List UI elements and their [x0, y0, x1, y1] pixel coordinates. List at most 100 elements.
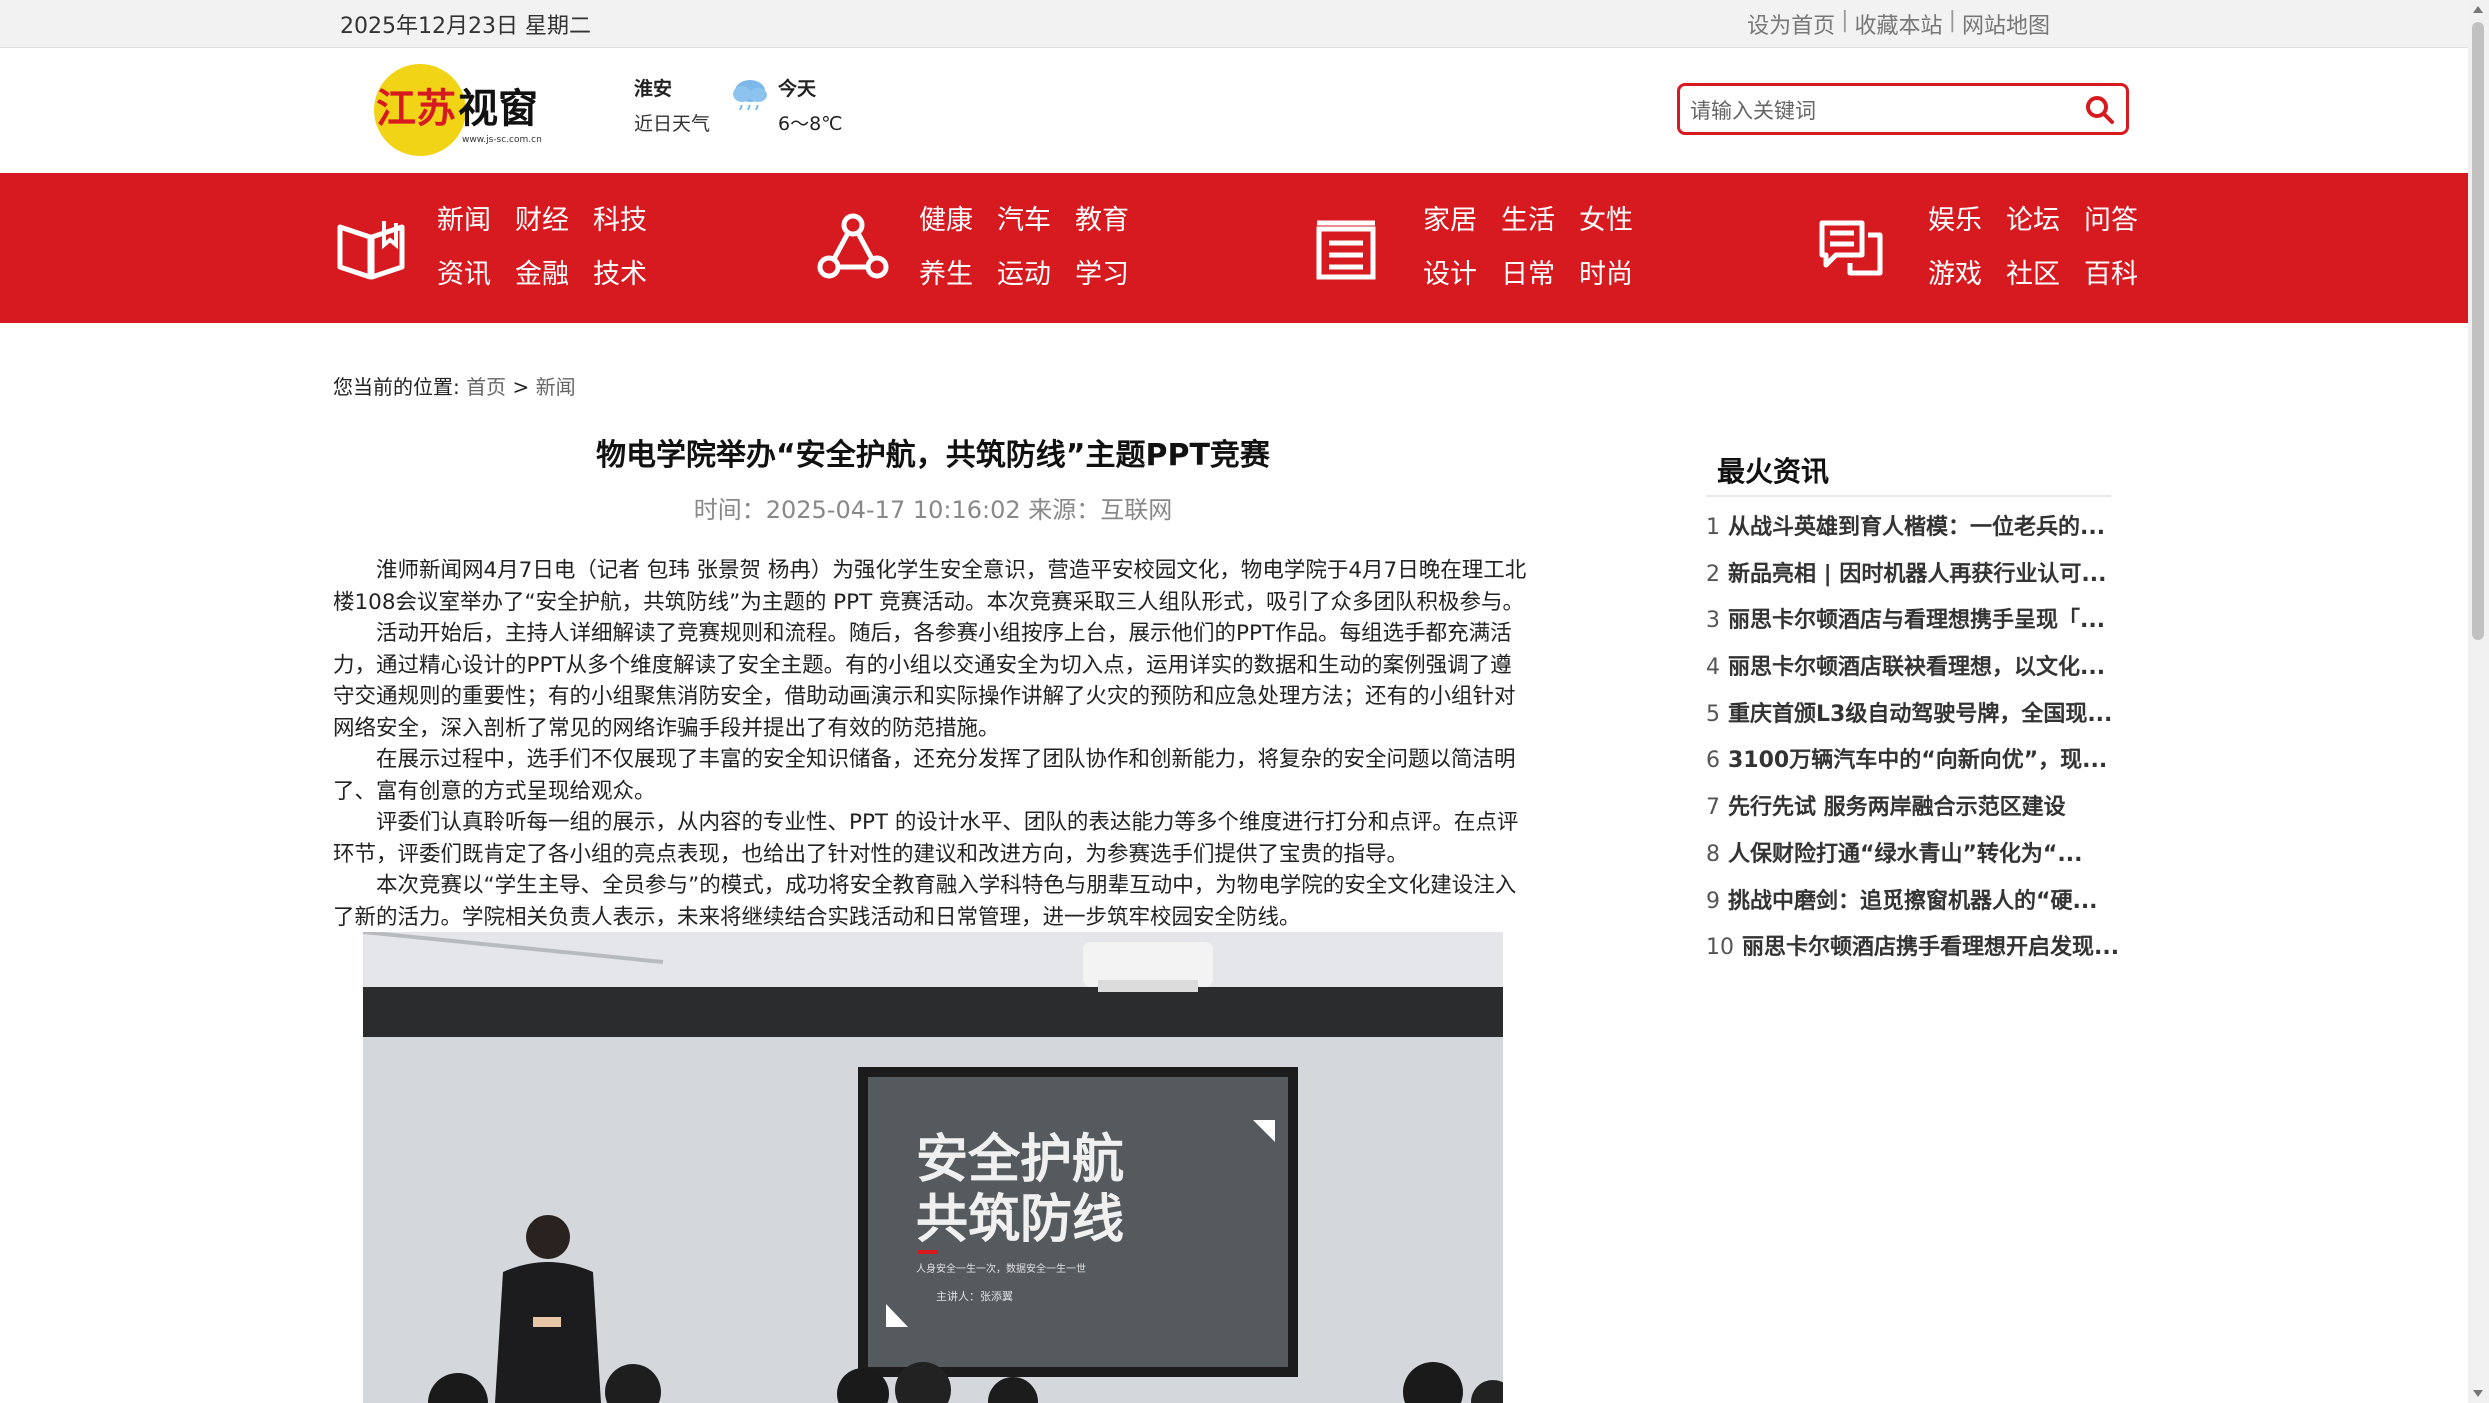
nav-entertainment[interactable]: 娱乐 — [1928, 203, 2006, 239]
list-item[interactable]: 3 丽思卡尔顿酒店与看理想携手呈现「... — [1706, 605, 2119, 652]
nav-health[interactable]: 健康 — [919, 203, 997, 239]
logo-text-2: 视窗 — [458, 86, 538, 132]
item-title: 挑战中磨剑：追觅擦窗机器人的“硬... — [1728, 888, 2098, 914]
logo-text-1: 江苏 — [376, 86, 456, 132]
item-rank: 2 — [1706, 561, 1720, 587]
nav-learning[interactable]: 学习 — [1075, 257, 1153, 293]
sidebar-title: 最火资讯 — [1717, 455, 1830, 488]
nav-sports[interactable]: 运动 — [997, 257, 1075, 293]
item-rank: 4 — [1706, 655, 1720, 681]
nav-tech[interactable]: 科技 — [593, 203, 671, 239]
nav-daily[interactable]: 日常 — [1501, 257, 1579, 293]
item-rank: 7 — [1706, 795, 1720, 821]
site-logo[interactable]: 江苏 视窗 www.js-sc.com.cn — [372, 62, 558, 158]
triangle-network-icon — [817, 213, 889, 279]
list-item[interactable]: 6 3100万辆汽车中的“向新向优”，现... — [1706, 745, 2119, 792]
article-meta: 时间：2025-04-17 10:16:02 来源：互联网 — [693, 496, 1173, 524]
nav-games[interactable]: 游戏 — [1928, 257, 2006, 293]
slide-subtitle: 人身安全一生一次，数据安全一生一世 — [916, 1262, 1086, 1275]
nav-wellness[interactable]: 养生 — [919, 257, 997, 293]
scroll-down-arrow-icon[interactable] — [2473, 1390, 2483, 1397]
nav-women[interactable]: 女性 — [1579, 203, 1657, 239]
list-item[interactable]: 5 重庆首颁L3级自动驾驶号牌，全国现... — [1706, 699, 2119, 746]
item-rank: 3 — [1706, 608, 1720, 634]
weather-location: 淮安 近日天气 — [634, 74, 710, 136]
link-separator: | — [1841, 8, 1849, 33]
nav-encyclopedia[interactable]: 百科 — [2084, 257, 2162, 293]
item-rank: 1 — [1706, 515, 1720, 540]
list-item[interactable]: 4 丽思卡尔顿酒店联袂看理想，以文化... — [1706, 652, 2119, 699]
article-paragraph: 本次竞赛以“学生主导、全员参与”的模式，成功将安全教育融入学科特色与朋辈互动中，… — [333, 873, 1517, 930]
list-item[interactable]: 1 从战斗英雄到育人楷模：一位老兵的... — [1706, 512, 2119, 559]
nav-community[interactable]: 社区 — [2006, 257, 2084, 293]
nav-technology[interactable]: 技术 — [593, 257, 671, 293]
hot-news-list: 1 从战斗英雄到育人楷模：一位老兵的... 2 新品亮相 | 因时机器人再获行业认可… — [1706, 512, 2119, 979]
item-rank: 9 — [1706, 888, 1720, 914]
article-paragraph: 评委们认真聆听每一组的展示，从内容的专业性、PPT 的设计水平、团队的表达能力等… — [333, 810, 1519, 867]
breadcrumb-home[interactable]: 首页 — [466, 375, 506, 399]
article-body: 淮师新闻网4月7日电（记者 包玮 张景贺 杨冉）为强化学生安全意识，营造平安校园… — [333, 555, 1533, 933]
document-tray-icon — [1316, 220, 1376, 280]
item-title: 先行先试 服务两岸融合示范区建设 — [1728, 795, 2066, 821]
list-item[interactable]: 9 挑战中磨剑：追觅擦窗机器人的“硬... — [1706, 886, 2119, 933]
nav-design[interactable]: 设计 — [1423, 257, 1501, 293]
slide-title-1: 安全护航 — [916, 1130, 1124, 1190]
scrollbar-thumb[interactable] — [2472, 22, 2484, 640]
open-book-icon — [337, 221, 405, 280]
list-item[interactable]: 8 人保财险打通“绿水青山”转化为“... — [1706, 839, 2119, 886]
search-box — [1677, 83, 2129, 135]
item-title: 丽思卡尔顿酒店携手看理想开启发现... — [1742, 935, 2120, 961]
article-title: 物电学院举办“安全护航，共筑防线”主题PPT竞赛 — [596, 438, 1270, 473]
nav-finance[interactable]: 财经 — [515, 203, 593, 239]
search-input[interactable] — [1688, 96, 2072, 126]
page-scrollbar[interactable] — [2468, 0, 2489, 1403]
sitemap-link[interactable]: 网站地图 — [1962, 8, 2050, 40]
list-item[interactable]: 2 新品亮相 | 因时机器人再获行业认可... — [1706, 559, 2119, 606]
breadcrumb-sep: > — [506, 375, 536, 399]
weather-temp: 6～8℃ — [778, 113, 843, 135]
top-links: 设为首页 | 收藏本站 | 网站地图 — [1747, 8, 2050, 40]
slide-title-2: 共筑防线 — [916, 1190, 1124, 1250]
item-title: 3100万辆汽车中的“向新向优”，现... — [1728, 748, 2108, 774]
rain-cloud-icon — [733, 80, 767, 111]
current-date: 2025年12月23日 星期二 — [340, 14, 591, 39]
item-rank: 10 — [1706, 935, 1734, 961]
nav-education[interactable]: 教育 — [1075, 203, 1153, 239]
search-icon[interactable] — [2084, 94, 2116, 126]
item-title: 重庆首颁L3级自动驾驶号牌，全国现... — [1728, 701, 2113, 727]
nav-fashion[interactable]: 时尚 — [1579, 257, 1657, 293]
list-item[interactable]: 10 丽思卡尔顿酒店携手看理想开启发现... — [1706, 932, 2119, 979]
item-rank: 6 — [1706, 748, 1720, 774]
article-paragraph: 在展示过程中，选手们不仅展现了丰富的安全知识储备，还充分发挥了团队协作和创新能力… — [333, 747, 1516, 804]
item-rank: 8 — [1706, 841, 1720, 867]
item-rank: 5 — [1706, 701, 1720, 727]
item-title: 丽思卡尔顿酒店与看理想携手呈现「... — [1728, 608, 2106, 634]
list-item[interactable]: 7 先行先试 服务两岸融合示范区建设 — [1706, 792, 2119, 839]
sidebar-divider — [1706, 495, 2111, 497]
link-separator: | — [1948, 8, 1956, 33]
set-homepage-link[interactable]: 设为首页 — [1747, 8, 1835, 40]
slide-presenter: 主讲人：张添翼 — [936, 1289, 1013, 1303]
nav-life[interactable]: 生活 — [1501, 203, 1579, 239]
main-nav: 新闻 财经 科技 资讯 金融 技术 健康 汽车 教育 养生 运动 学习 家居 生… — [0, 173, 2468, 323]
scroll-up-arrow-icon[interactable] — [2473, 6, 2483, 13]
nav-news[interactable]: 新闻 — [437, 203, 515, 239]
bookmark-site-link[interactable]: 收藏本站 — [1855, 8, 1943, 40]
weather-today: 今天 6～8℃ — [730, 74, 843, 136]
article-paragraph: 淮师新闻网4月7日电（记者 包玮 张景贺 杨冉）为强化学生安全意识，营造平安校园… — [333, 558, 1527, 615]
nav-qa[interactable]: 问答 — [2084, 203, 2162, 239]
item-title: 人保财险打通“绿水青山”转化为“... — [1728, 841, 2083, 867]
item-title: 新品亮相 | 因时机器人再获行业认可... — [1728, 561, 2107, 587]
top-bar: 2025年12月23日 星期二 设为首页 | 收藏本站 | 网站地图 — [0, 0, 2468, 48]
nav-info[interactable]: 资讯 — [437, 257, 515, 293]
nav-forum[interactable]: 论坛 — [2006, 203, 2084, 239]
nav-auto[interactable]: 汽车 — [997, 203, 1075, 239]
item-title: 丽思卡尔顿酒店联袂看理想，以文化... — [1728, 655, 2106, 681]
item-title: 从战斗英雄到育人楷模：一位老兵的... — [1728, 515, 2106, 540]
nav-home[interactable]: 家居 — [1423, 203, 1501, 239]
article-paragraph: 活动开始后，主持人详细解读了竞赛规则和流程。随后，各参赛小组按序上台，展示他们的… — [333, 621, 1516, 741]
weather-today-label: 今天 — [778, 78, 817, 100]
breadcrumb-current[interactable]: 新闻 — [536, 375, 576, 399]
breadcrumb-label: 您当前的位置: — [333, 375, 460, 399]
nav-banking[interactable]: 金融 — [515, 257, 593, 293]
